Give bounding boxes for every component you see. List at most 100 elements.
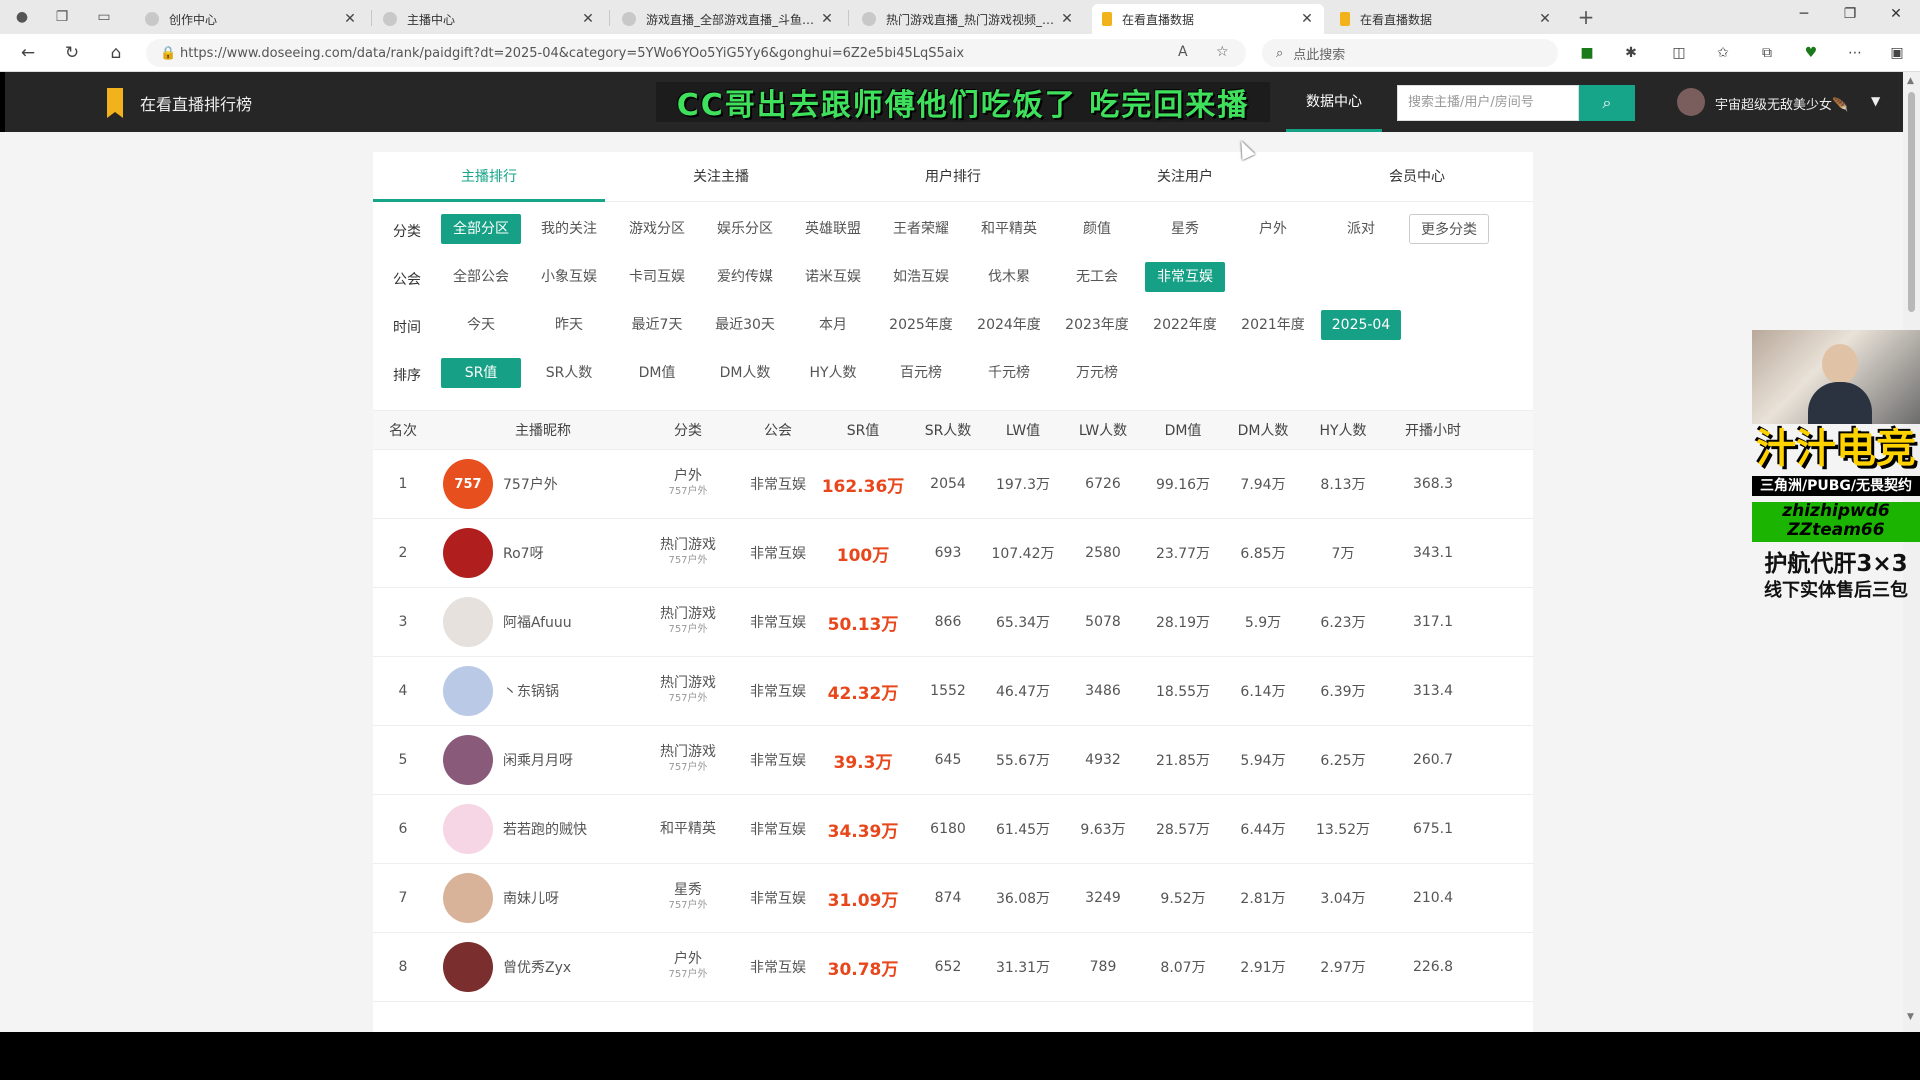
filter-category-option[interactable]: 全部分区 [441, 214, 521, 244]
minimize-icon[interactable]: ─ [1784, 6, 1824, 22]
browser-tab[interactable]: 创作中心 ✕ [135, 4, 367, 34]
filter-category-option[interactable]: 颜值 [1057, 214, 1137, 244]
new-tab-button[interactable]: + [1576, 7, 1596, 27]
filter-guild-option[interactable]: 卡司互娱 [617, 262, 697, 292]
avatar[interactable] [443, 942, 493, 992]
tab-user-rank[interactable]: 用户排行 [837, 152, 1069, 202]
extension-icon[interactable]: ■ [1578, 44, 1596, 62]
column-header[interactable]: SR值 [813, 411, 913, 451]
table-row[interactable]: 8 曾优秀Zyx 户外 757户外 非常互娱 30.78万 652 31.31万 789 8.07… [373, 933, 1533, 1002]
anchor-name[interactable]: Ro7呀 [503, 543, 544, 563]
avatar[interactable] [443, 735, 493, 785]
filter-time-option[interactable]: 2023年度 [1057, 310, 1137, 340]
filter-time-option[interactable]: 最近30天 [705, 310, 785, 340]
puzzle-icon[interactable]: ✱ [1622, 44, 1640, 62]
filter-sort-option[interactable]: HY人数 [793, 358, 873, 388]
avatar[interactable] [443, 528, 493, 578]
column-header[interactable]: DM人数 [1223, 411, 1303, 451]
table-row[interactable]: 7 南妹儿呀 星秀 757户外 非常互娱 31.09万 874 36.08万 3249 9.52万… [373, 864, 1533, 933]
column-header[interactable]: 公会 [743, 411, 813, 451]
anchor-name-cell[interactable]: 闲乘月月呀 [443, 726, 643, 794]
avatar[interactable] [1677, 88, 1705, 116]
close-icon[interactable]: ✕ [1300, 11, 1314, 27]
anchor-name-cell[interactable]: Ro7呀 [443, 519, 643, 587]
anchor-name-cell[interactable]: 丶东锅锅 [443, 657, 643, 725]
anchor-name[interactable]: 757户外 [503, 474, 558, 494]
column-header[interactable]: SR人数 [913, 411, 983, 451]
close-icon[interactable]: ✕ [1060, 11, 1074, 27]
filter-category-option[interactable]: 我的关注 [529, 214, 609, 244]
read-aloud-icon[interactable]: A [1178, 44, 1188, 60]
table-row[interactable]: 5 闲乘月月呀 热门游戏 757户外 非常互娱 39.3万 645 55.67万 4932 21.… [373, 726, 1533, 795]
avatar[interactable] [443, 804, 493, 854]
filter-guild-option[interactable]: 诺米互娱 [793, 262, 873, 292]
favorites-bar-icon[interactable]: ✩ [1714, 44, 1732, 62]
table-row[interactable]: 6 若若跑的贼快 和平精英 非常互娱 34.39万 6180 61.45万 9.63万 28.5… [373, 795, 1533, 864]
anchor-name-cell[interactable]: 曾优秀Zyx [443, 933, 643, 1001]
back-icon[interactable]: ← [18, 43, 38, 63]
filter-sort-option[interactable]: 万元榜 [1057, 358, 1137, 388]
avatar[interactable]: 757 [443, 459, 493, 509]
workspaces-icon[interactable]: ❐ [52, 7, 72, 27]
site-search-input[interactable]: 搜索主播/用户/房间号 [1397, 85, 1579, 121]
filter-category-option[interactable]: 户外 [1233, 214, 1313, 244]
filter-guild-option[interactable]: 小象互娱 [529, 262, 609, 292]
filter-category-option[interactable]: 王者荣耀 [881, 214, 961, 244]
close-window-icon[interactable]: ✕ [1876, 6, 1916, 22]
url-field[interactable]: 🔒 https://www.doseeing.com/data/rank/pai… [146, 39, 1246, 67]
filter-category-option[interactable]: 娱乐分区 [705, 214, 785, 244]
profile-icon[interactable]: ● [12, 7, 32, 27]
browser-tab[interactable]: 主播中心 ✕ [373, 4, 605, 34]
filter-category-option[interactable]: 和平精英 [969, 214, 1049, 244]
close-icon[interactable]: ✕ [820, 11, 834, 27]
filter-time-option[interactable]: 2021年度 [1233, 310, 1313, 340]
filter-time-option[interactable]: 最近7天 [617, 310, 697, 340]
tab-follow-anchor[interactable]: 关注主播 [605, 152, 837, 202]
browser-tab[interactable]: 游戏直播_全部游戏直播_斗鱼直播 ✕ [612, 4, 844, 34]
collections-icon[interactable]: ⧉ [1758, 44, 1776, 62]
column-header[interactable]: DM值 [1143, 411, 1223, 451]
column-header[interactable]: 分类 [643, 411, 733, 451]
filter-time-option[interactable]: 2025年度 [881, 310, 961, 340]
performance-icon[interactable]: ♥ [1802, 44, 1820, 62]
filter-time-option[interactable]: 2022年度 [1145, 310, 1225, 340]
filter-guild-option[interactable]: 爱约传媒 [705, 262, 785, 292]
column-header[interactable]: 名次 [373, 411, 433, 451]
avatar[interactable] [443, 666, 493, 716]
filter-time-option[interactable]: 2025-04 [1321, 310, 1401, 340]
tab-member-center[interactable]: 会员中心 [1301, 152, 1533, 202]
anchor-name[interactable]: 闲乘月月呀 [503, 750, 573, 770]
column-header[interactable]: 开播小时 [1383, 411, 1483, 451]
favorite-icon[interactable]: ☆ [1216, 44, 1229, 60]
tab-anchor-rank[interactable]: 主播排行 [373, 152, 605, 202]
filter-guild-option[interactable]: 无工会 [1057, 262, 1137, 292]
anchor-name-cell[interactable]: 757 757户外 [443, 450, 643, 518]
column-header[interactable]: LW人数 [1063, 411, 1143, 451]
nav-data-center[interactable]: 数据中心 [1286, 72, 1382, 132]
anchor-name[interactable]: 曾优秀Zyx [503, 957, 571, 977]
filter-guild-option[interactable]: 全部公会 [441, 262, 521, 292]
scroll-up-icon[interactable]: ▲ [1907, 76, 1914, 86]
refresh-icon[interactable]: ↻ [62, 43, 82, 63]
close-icon[interactable]: ✕ [1538, 11, 1552, 27]
anchor-name-cell[interactable]: 若若跑的贼快 [443, 795, 643, 863]
filter-time-option[interactable]: 本月 [793, 310, 873, 340]
filter-category-option[interactable]: 英雄联盟 [793, 214, 873, 244]
home-icon[interactable]: ⌂ [106, 43, 126, 63]
filter-guild-option[interactable]: 伐木累 [969, 262, 1049, 292]
browser-tab[interactable]: 在看直播数据 ✕ [1330, 4, 1562, 34]
more-icon[interactable]: ⋯ [1846, 44, 1864, 62]
table-row[interactable]: 1 757 757户外 户外 757户外 非常互娱 162.36万 2054 197.3万 672… [373, 450, 1533, 519]
avatar[interactable] [443, 597, 493, 647]
tab-follow-user[interactable]: 关注用户 [1069, 152, 1301, 202]
column-header[interactable]: LW值 [983, 411, 1063, 451]
table-row[interactable]: 2 Ro7呀 热门游戏 757户外 非常互娱 100万 693 107.42万 2580 23.7… [373, 519, 1533, 588]
filter-sort-option[interactable]: 千元榜 [969, 358, 1049, 388]
anchor-name[interactable]: 若若跑的贼快 [503, 819, 587, 839]
scroll-down-icon[interactable]: ▼ [1907, 1012, 1914, 1022]
filter-sort-option[interactable]: DM人数 [705, 358, 785, 388]
filter-time-option[interactable]: 2024年度 [969, 310, 1049, 340]
table-row[interactable]: 4 丶东锅锅 热门游戏 757户外 非常互娱 42.32万 1552 46.47万 3486 18… [373, 657, 1533, 726]
filter-sort-option[interactable]: SR值 [441, 358, 521, 388]
filter-time-option[interactable]: 昨天 [529, 310, 609, 340]
